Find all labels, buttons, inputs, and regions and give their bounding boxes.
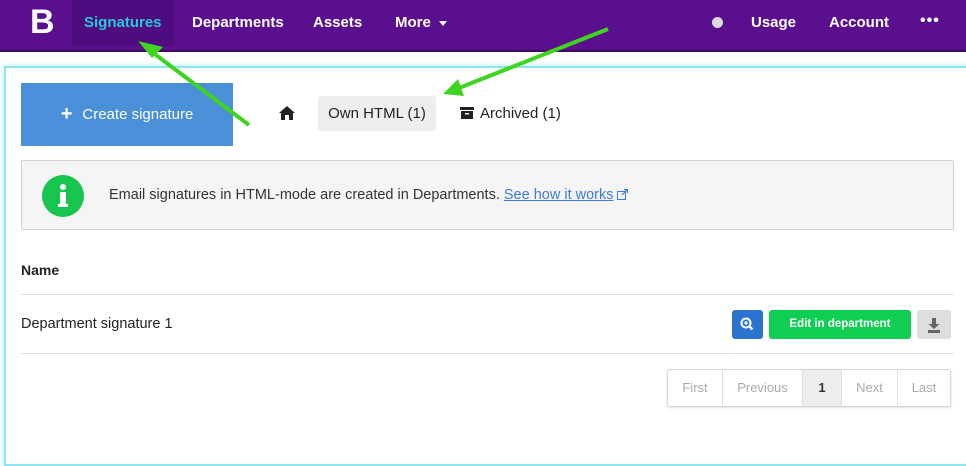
- page-last[interactable]: Last: [898, 370, 950, 406]
- archive-icon: [460, 107, 474, 119]
- column-header-name: Name: [21, 262, 60, 278]
- nav-more-label: More: [395, 14, 431, 31]
- nav-account[interactable]: Account: [829, 0, 889, 46]
- see-how-it-works-link[interactable]: See how it works: [504, 187, 614, 203]
- external-link-icon: [616, 189, 628, 200]
- brand-logo[interactable]: B: [30, 5, 56, 39]
- nav-signatures[interactable]: Signatures: [72, 0, 174, 46]
- page-current[interactable]: 1: [803, 370, 842, 406]
- more-options-icon[interactable]: •••: [920, 12, 940, 30]
- table-divider: [21, 294, 954, 295]
- tab-archived[interactable]: Archived (1): [460, 96, 561, 131]
- page-previous[interactable]: Previous: [723, 370, 803, 406]
- create-signature-label: Create signature: [82, 106, 194, 123]
- preview-button[interactable]: [732, 310, 763, 339]
- pagination: First Previous 1 Next Last: [667, 369, 951, 407]
- page-first[interactable]: First: [668, 370, 723, 406]
- signature-row-name: Department signature 1: [21, 316, 173, 332]
- top-navbar: B Signatures Departments Assets More Usa…: [0, 0, 966, 52]
- table-divider: [21, 353, 954, 354]
- download-button[interactable]: [917, 310, 951, 339]
- nav-assets[interactable]: Assets: [313, 0, 362, 46]
- create-signature-button[interactable]: + Create signature: [21, 83, 233, 146]
- edit-in-department-button[interactable]: Edit in department: [769, 310, 911, 339]
- download-icon: [928, 318, 940, 333]
- info-alert: Email signatures in HTML-mode are create…: [21, 160, 954, 230]
- nav-more[interactable]: More: [395, 0, 447, 46]
- tab-own-html[interactable]: Own HTML (1): [318, 96, 436, 131]
- info-text: Email signatures in HTML-mode are create…: [109, 187, 500, 203]
- plus-icon: +: [60, 103, 73, 125]
- zoom-icon: [740, 317, 754, 331]
- home-icon[interactable]: [278, 105, 296, 121]
- page-next[interactable]: Next: [842, 370, 898, 406]
- status-dot: [712, 17, 723, 28]
- tab-archived-label: Archived (1): [480, 105, 561, 122]
- info-icon: [42, 175, 84, 217]
- info-message: Email signatures in HTML-mode are create…: [109, 187, 628, 203]
- nav-usage[interactable]: Usage: [751, 0, 796, 46]
- chevron-down-icon: [438, 20, 447, 26]
- nav-departments[interactable]: Departments: [192, 0, 284, 46]
